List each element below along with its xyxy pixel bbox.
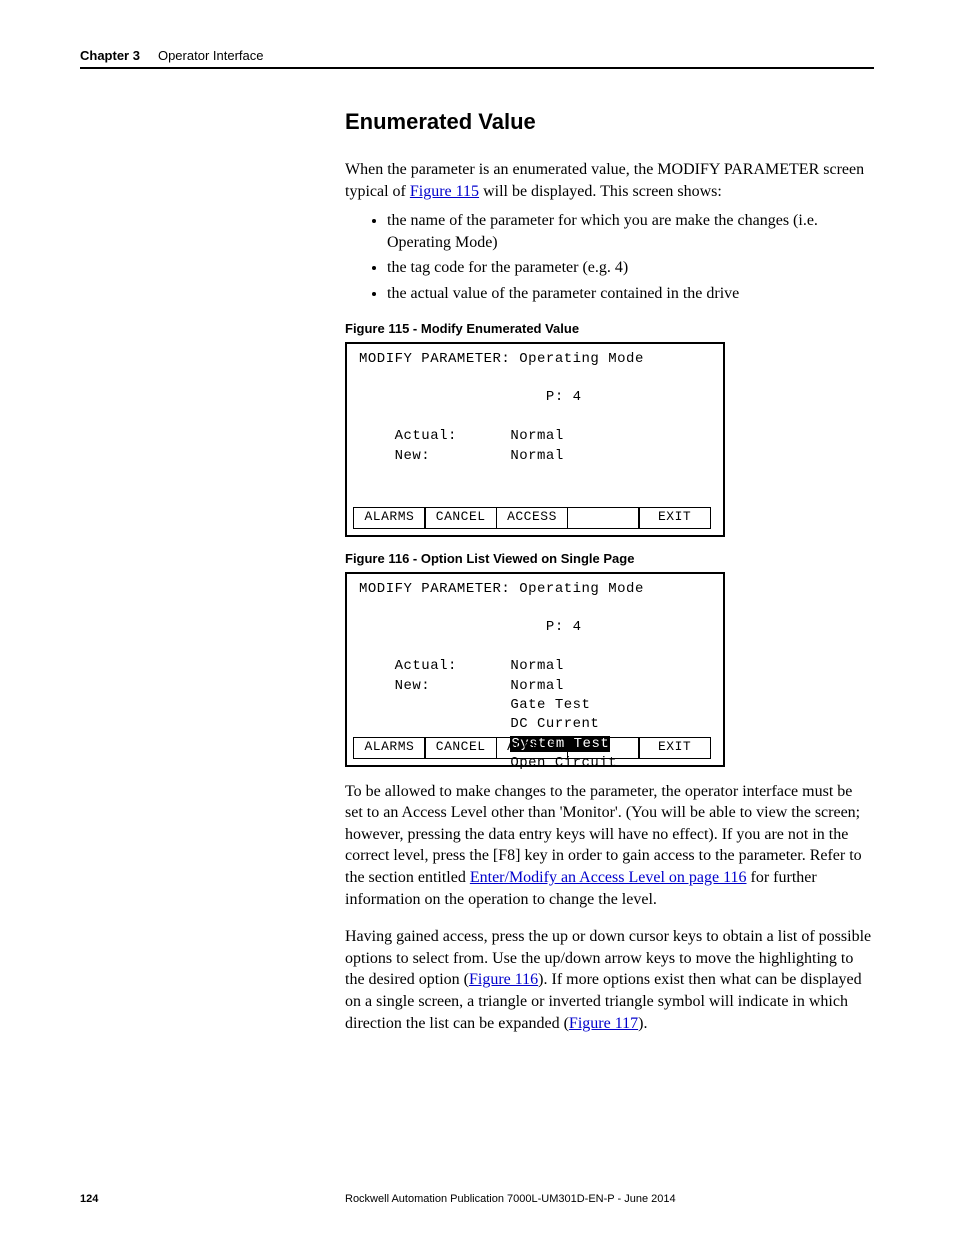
list-item: the name of the parameter for which you … — [387, 210, 874, 253]
screen-line: P: 4 — [359, 620, 711, 635]
screen-line: P: 4 — [359, 390, 711, 405]
softkey-blank — [567, 737, 640, 759]
list-item: the actual value of the parameter contai… — [387, 283, 874, 305]
text: will be displayed. This screen shows: — [479, 183, 722, 200]
softkey-row: ALARMS CANCEL ACCESS EXIT — [353, 737, 717, 759]
screen-line: Actual: Normal — [359, 659, 711, 674]
softkey-row: ALARMS CANCEL ACCESS EXIT — [353, 507, 717, 529]
screen-figure-116: MODIFY PARAMETER: Operating Mode P: 4 Ac… — [345, 572, 725, 767]
paragraph-3: Having gained access, press the up or do… — [345, 926, 874, 1034]
screen-figure-115: MODIFY PARAMETER: Operating Mode P: 4 Ac… — [345, 342, 725, 537]
figure-115-caption: Figure 115 - Modify Enumerated Value — [345, 321, 874, 336]
page-number: 124 — [80, 1193, 345, 1205]
figure-116-caption: Figure 116 - Option List Viewed on Singl… — [345, 551, 874, 566]
screen-line — [359, 410, 711, 425]
screen-line: New: Normal — [359, 679, 711, 694]
screen-line: Actual: Normal — [359, 429, 711, 444]
paragraph-1: When the parameter is an enumerated valu… — [345, 159, 874, 202]
text: ). — [638, 1015, 647, 1032]
chapter-name: Operator Interface — [158, 48, 264, 63]
link-figure-117[interactable]: Figure 117 — [569, 1015, 638, 1032]
list-item: the tag code for the parameter (e.g. 4) — [387, 257, 874, 279]
screen-line — [359, 640, 711, 655]
page-footer: 124 Rockwell Automation Publication 7000… — [80, 1193, 874, 1205]
screen-title: MODIFY PARAMETER: Operating Mode — [359, 582, 711, 597]
link-figure-115[interactable]: Figure 115 — [410, 183, 479, 200]
screen-line — [359, 601, 711, 616]
softkey-exit[interactable]: EXIT — [638, 507, 711, 529]
publication-info: Rockwell Automation Publication 7000L-UM… — [345, 1193, 676, 1205]
screen-line: New: Normal — [359, 449, 711, 464]
section-title: Enumerated Value — [345, 109, 874, 135]
softkey-cancel[interactable]: CANCEL — [424, 507, 497, 529]
softkey-access[interactable]: ACCESS — [496, 507, 569, 529]
screen-line: Gate Test — [359, 698, 711, 713]
softkey-access[interactable]: ACCESS — [496, 737, 569, 759]
link-figure-116[interactable]: Figure 116 — [469, 971, 538, 988]
softkey-alarms[interactable]: ALARMS — [353, 737, 426, 759]
softkey-blank — [567, 507, 640, 529]
page-header: Chapter 3 Operator Interface — [80, 48, 874, 69]
screen-title: MODIFY PARAMETER: Operating Mode — [359, 352, 711, 367]
screen-line: DC Current — [359, 717, 711, 732]
softkey-cancel[interactable]: CANCEL — [424, 737, 497, 759]
paragraph-2: To be allowed to make changes to the par… — [345, 781, 874, 911]
softkey-exit[interactable]: EXIT — [638, 737, 711, 759]
screen-line — [359, 371, 711, 386]
link-access-level[interactable]: Enter/Modify an Access Level on page 116 — [470, 869, 747, 886]
chapter-number: Chapter 3 — [80, 48, 140, 63]
softkey-alarms[interactable]: ALARMS — [353, 507, 426, 529]
bullet-list: the name of the parameter for which you … — [345, 210, 874, 304]
